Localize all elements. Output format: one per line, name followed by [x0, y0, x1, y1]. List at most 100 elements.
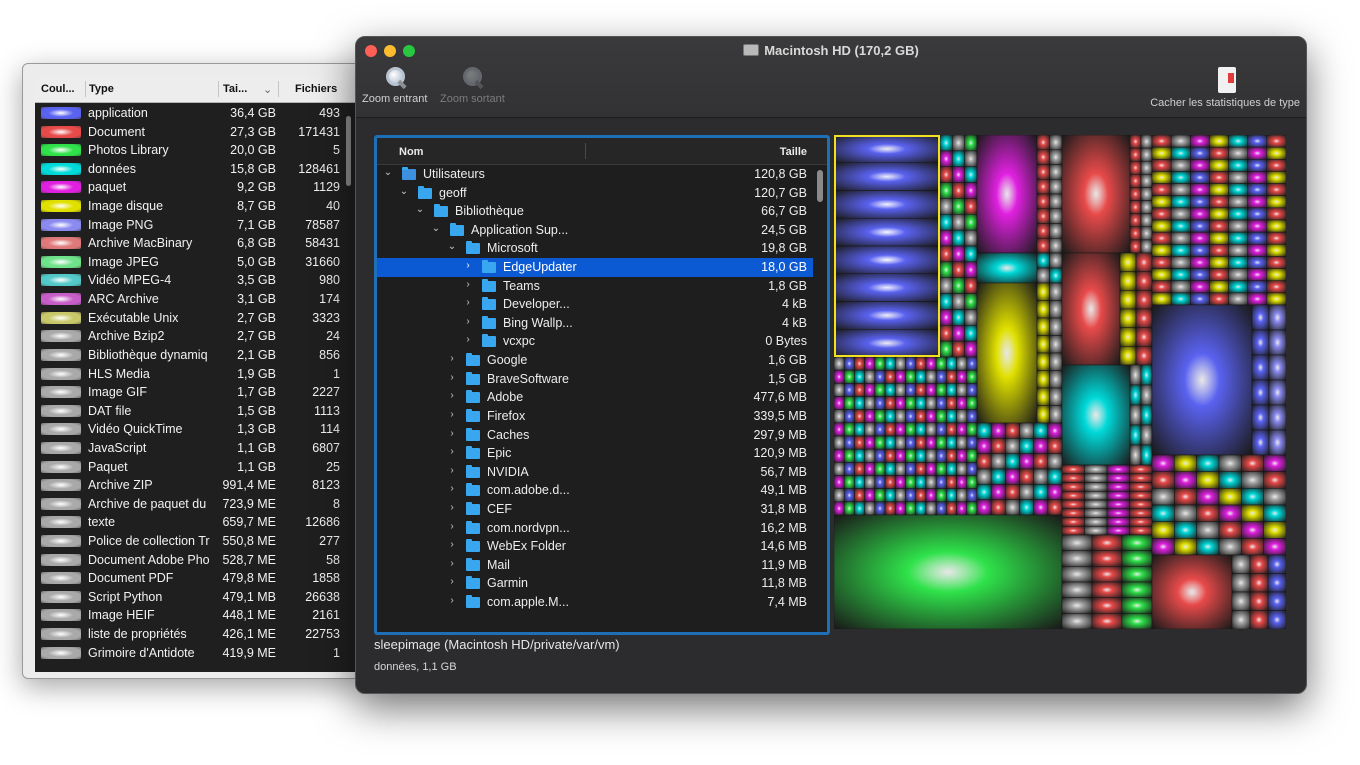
treemap-cell[interactable] — [905, 462, 916, 476]
treemap-cell[interactable] — [1084, 508, 1108, 518]
treemap-cell[interactable] — [1151, 231, 1172, 245]
treemap-cell[interactable] — [966, 501, 978, 516]
treemap-cell[interactable] — [854, 396, 865, 410]
treemap-cell[interactable] — [956, 422, 968, 437]
treemap-cell[interactable] — [854, 356, 865, 371]
treemap-cell[interactable] — [843, 383, 855, 397]
treemap-cell[interactable] — [1106, 517, 1130, 527]
treemap-cell[interactable] — [1091, 581, 1123, 598]
treemap-cell[interactable] — [1106, 526, 1130, 536]
chevron-right-icon[interactable]: › — [463, 334, 473, 345]
treemap-cell[interactable] — [1170, 268, 1191, 281]
treemap-cell[interactable] — [1231, 554, 1251, 574]
treemap-cell[interactable] — [1047, 468, 1063, 485]
outline-row[interactable]: › com.nordvpn... 16,2 MB — [377, 519, 813, 538]
treemap-cell[interactable] — [895, 462, 906, 476]
treemap-cell[interactable] — [834, 448, 845, 463]
treemap-cell[interactable] — [1218, 521, 1242, 539]
treemap-cell[interactable] — [1267, 554, 1286, 574]
chevron-right-icon[interactable]: › — [447, 521, 457, 532]
treemap-block[interactable] — [976, 252, 1038, 284]
treemap-cell[interactable] — [1231, 591, 1251, 611]
treemap-cell[interactable] — [1209, 268, 1229, 281]
treemap-cell[interactable] — [1209, 183, 1229, 196]
treemap-cell[interactable] — [1061, 526, 1085, 536]
treemap-cell[interactable] — [1170, 183, 1191, 196]
treemap-cell[interactable] — [976, 438, 992, 454]
treemap-cell[interactable] — [1049, 135, 1063, 150]
treemap-cell[interactable] — [1140, 187, 1153, 201]
treemap-cell[interactable] — [843, 422, 855, 437]
treemap-cell[interactable] — [895, 488, 906, 503]
treemap-cell[interactable] — [1061, 597, 1093, 614]
treemap-cell[interactable] — [915, 488, 927, 503]
treemap-cell[interactable] — [946, 435, 957, 450]
outline-row[interactable]: ⌄ Microsoft 19,8 GB — [377, 239, 813, 258]
treemap-cell[interactable] — [1061, 517, 1085, 527]
treemap-cell[interactable] — [1266, 171, 1286, 184]
treemap-cell[interactable] — [1218, 454, 1242, 472]
treemap-cell[interactable] — [884, 475, 896, 489]
treemap-cell[interactable] — [1241, 538, 1264, 556]
treemap-cell[interactable] — [935, 383, 947, 397]
treemap-cell[interactable] — [834, 488, 845, 503]
treemap-cell[interactable] — [1135, 308, 1153, 328]
treemap-cell[interactable] — [1121, 550, 1153, 567]
treemap-cell[interactable] — [834, 435, 845, 450]
chevron-right-icon[interactable]: › — [447, 409, 457, 420]
treemap-cell[interactable] — [1091, 597, 1123, 614]
type-row[interactable]: paquet 9,2 GB 1129 — [35, 178, 345, 197]
treemap-cell[interactable] — [915, 435, 927, 450]
treemap-cell[interactable] — [915, 422, 927, 437]
treemap-cell[interactable] — [915, 475, 927, 489]
treemap-cell[interactable] — [864, 435, 876, 450]
treemap-cell[interactable] — [864, 448, 876, 463]
treemap-cell[interactable] — [834, 422, 845, 437]
treemap-cell[interactable] — [1247, 183, 1268, 196]
chevron-right-icon[interactable]: › — [463, 297, 473, 308]
type-row[interactable]: Archive Bzip2 2,7 GB 24 — [35, 327, 345, 346]
treemap-cell[interactable] — [1129, 147, 1142, 162]
treemap-cell[interactable] — [915, 383, 927, 397]
type-statistics-table[interactable]: Coul... Type Tai... ⌄ Fichiers applicati… — [35, 76, 359, 672]
outline-row[interactable]: › Adobe 477,6 MB — [377, 388, 813, 407]
treemap-cell[interactable] — [1151, 244, 1172, 257]
treemap-cell[interactable] — [966, 356, 978, 371]
treemap-cell[interactable] — [925, 396, 937, 410]
treemap-cell[interactable] — [874, 448, 886, 463]
treemap-cell[interactable] — [1209, 280, 1229, 294]
treemap-cell[interactable] — [964, 325, 978, 342]
treemap-cell[interactable] — [905, 501, 916, 516]
treemap-cell[interactable] — [1061, 491, 1085, 501]
treemap-cell[interactable] — [1174, 538, 1197, 556]
treemap-cell[interactable] — [1121, 581, 1153, 598]
treemap-cell[interactable] — [1170, 135, 1191, 148]
treemap-cell[interactable] — [964, 135, 978, 152]
treemap-cell[interactable] — [1019, 453, 1034, 470]
treemap-cell[interactable] — [1121, 566, 1153, 583]
treemap-cell[interactable] — [952, 261, 965, 278]
treemap-cell[interactable] — [905, 383, 916, 397]
type-row[interactable]: Paquet 1,1 GB 25 — [35, 458, 345, 477]
treemap-cell[interactable] — [1061, 534, 1093, 551]
outline-scrollbar[interactable] — [817, 170, 823, 202]
treemap-cell[interactable] — [1196, 454, 1220, 472]
treemap-cell[interactable] — [1129, 239, 1142, 254]
treemap-cell[interactable] — [1174, 521, 1197, 539]
treemap-cell[interactable] — [854, 409, 865, 424]
treemap-cell[interactable] — [1151, 146, 1172, 160]
chevron-down-icon[interactable]: ⌄ — [431, 223, 441, 234]
treemap-cell[interactable] — [1036, 352, 1050, 371]
treemap-cell[interactable] — [905, 488, 916, 503]
treemap-cell[interactable] — [1047, 453, 1063, 470]
treemap-cell[interactable] — [1005, 468, 1020, 485]
treemap-cell[interactable] — [1036, 370, 1050, 389]
treemap-cell[interactable] — [1140, 135, 1153, 149]
treemap-cell[interactable] — [964, 150, 978, 167]
treemap-cell[interactable] — [1228, 244, 1248, 257]
treemap-cell[interactable] — [834, 218, 941, 247]
column-name-header[interactable]: Nom — [399, 146, 423, 158]
treemap-cell[interactable] — [1209, 159, 1229, 172]
treemap-cell[interactable] — [1196, 538, 1220, 556]
treemap-cell[interactable] — [1209, 135, 1229, 148]
